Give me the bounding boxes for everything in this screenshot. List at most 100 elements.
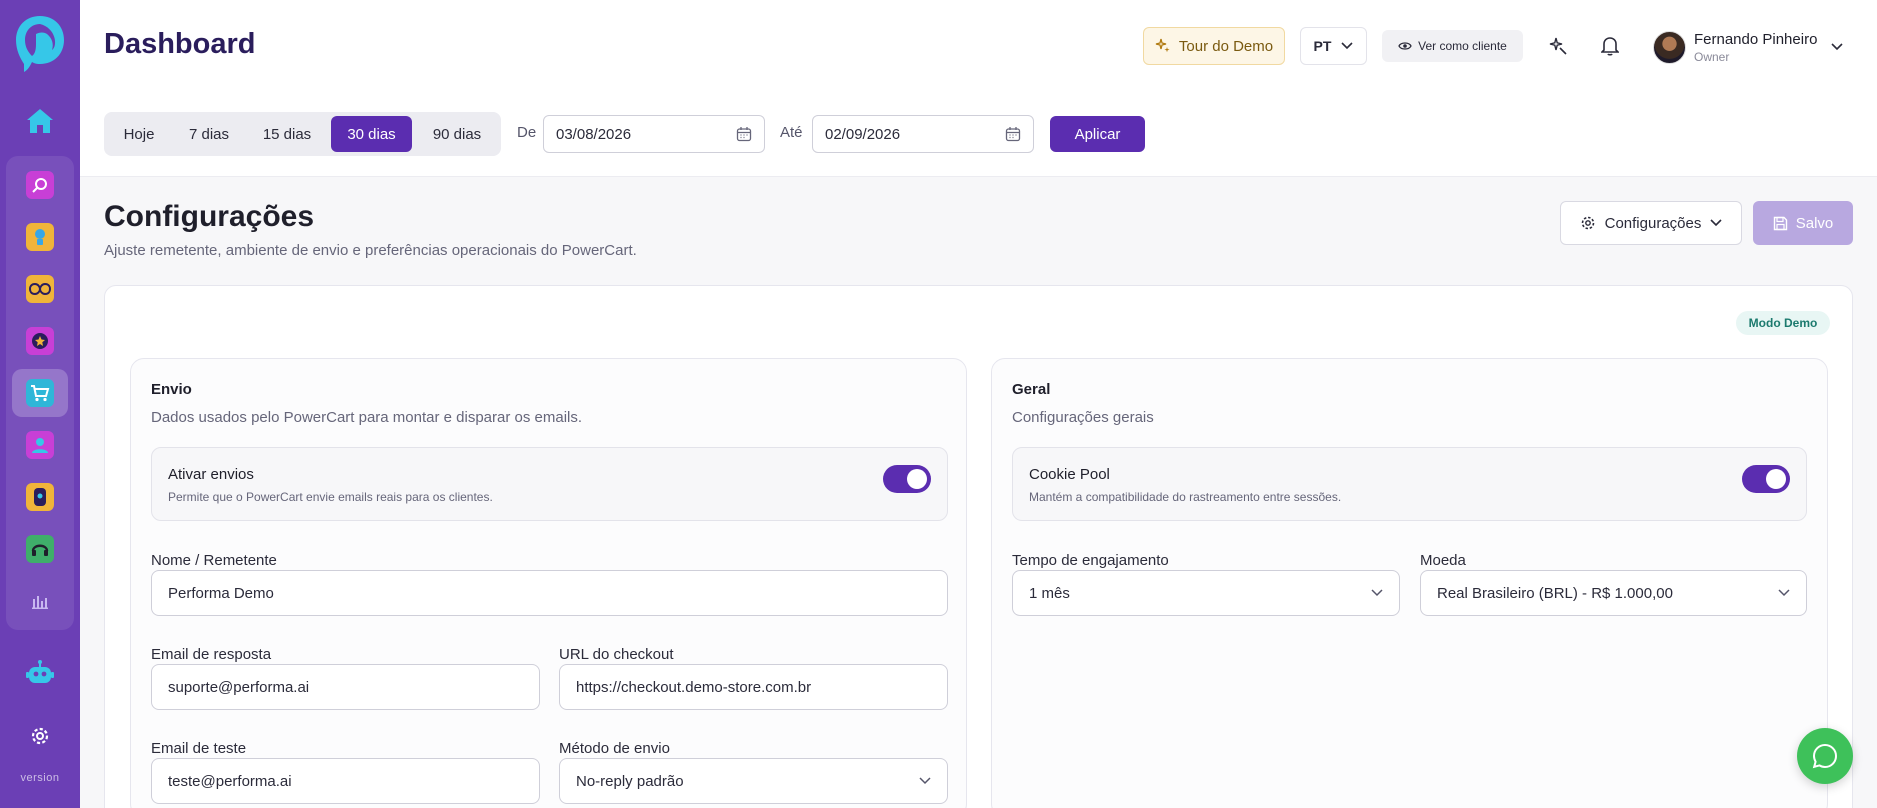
page-heading: Dashboard xyxy=(104,28,256,60)
range-today[interactable]: Hoje xyxy=(108,116,170,152)
nav-app-star[interactable] xyxy=(20,321,60,361)
version-label: version xyxy=(20,772,60,784)
nav-app-lightbulb[interactable] xyxy=(20,217,60,257)
whatsapp-chat-button[interactable] xyxy=(1797,728,1853,784)
app-logo[interactable] xyxy=(14,14,66,74)
envio-subtitle: Dados usados pelo PowerCart para montar … xyxy=(151,409,583,426)
envio-panel: Envio Dados usados pelo PowerCart para m… xyxy=(130,358,967,808)
nav-app-search[interactable] xyxy=(20,165,60,205)
chevron-down-icon xyxy=(1778,589,1790,597)
magic-icon xyxy=(1549,37,1567,55)
config-menu-label: Configurações xyxy=(1604,214,1702,232)
cart-app-icon xyxy=(26,379,54,407)
view-as-client-button[interactable]: Ver como cliente xyxy=(1382,30,1523,62)
nav-home[interactable] xyxy=(21,104,59,138)
lightbulb-app-icon xyxy=(26,223,54,251)
sender-label: Nome / Remetente xyxy=(151,552,277,569)
send-method-label: Método de envio xyxy=(559,740,670,757)
nav-app-person[interactable] xyxy=(20,425,60,465)
from-date-input[interactable]: 03/08/2026 xyxy=(543,115,765,153)
avatar xyxy=(1653,30,1686,64)
view-as-client-label: Ver como cliente xyxy=(1418,39,1507,53)
gear-icon xyxy=(1581,216,1594,230)
nav-app-headset[interactable] xyxy=(20,529,60,569)
test-email-label: Email de teste xyxy=(151,740,247,757)
calendar-icon xyxy=(1005,127,1021,142)
home-icon xyxy=(27,109,53,133)
chevron-down-icon xyxy=(1710,219,1722,227)
bell-icon xyxy=(1601,37,1619,56)
search-app-icon xyxy=(26,171,54,199)
chevron-down-icon xyxy=(1341,42,1354,50)
range-30-days[interactable]: 30 dias xyxy=(331,116,412,152)
config-menu-button[interactable]: Configurações xyxy=(1560,201,1742,245)
geral-title: Geral xyxy=(1012,381,1051,398)
send-method-select[interactable]: No-reply padrão xyxy=(559,758,948,804)
currency-select[interactable]: Real Brasileiro (BRL) - R$ 1.000,00 xyxy=(1420,570,1807,616)
cookie-pool-title: Cookie Pool xyxy=(1029,466,1110,483)
save-icon xyxy=(1773,216,1787,230)
nav-bot[interactable] xyxy=(22,656,58,690)
nav-app-cart[interactable] xyxy=(12,369,68,417)
range-15-days[interactable]: 15 dias xyxy=(248,116,326,152)
test-email-input[interactable]: teste@performa.ai xyxy=(151,758,540,804)
language-select[interactable]: PT xyxy=(1300,27,1367,65)
user-menu[interactable]: Fernando Pinheiro Owner xyxy=(1653,26,1873,68)
send-toggle-switch[interactable] xyxy=(883,465,931,493)
calendar-icon xyxy=(736,127,752,142)
cookie-pool-switch[interactable] xyxy=(1742,465,1790,493)
checkout-url-label: URL do checkout xyxy=(559,646,674,663)
checkout-url-input[interactable]: https://checkout.demo-store.com.br xyxy=(559,664,948,710)
saved-label: Salvo xyxy=(1795,214,1834,232)
star-app-icon xyxy=(26,327,54,355)
sidebar: version xyxy=(0,0,80,808)
range-90-days[interactable]: 90 dias xyxy=(417,116,497,152)
nav-settings[interactable] xyxy=(24,720,56,752)
gear-icon xyxy=(31,727,49,745)
sender-input[interactable]: Performa Demo xyxy=(151,570,948,616)
currency-value: Real Brasileiro (BRL) - R$ 1.000,00 xyxy=(1437,584,1673,602)
nav-app-infinity[interactable] xyxy=(20,269,60,309)
to-date-value: 02/09/2026 xyxy=(825,125,901,143)
geral-subtitle: Configurações gerais xyxy=(1012,409,1154,426)
ai-sparkle-button[interactable] xyxy=(1542,30,1574,62)
logo-icon xyxy=(16,16,64,72)
saved-button[interactable]: Salvo xyxy=(1753,201,1853,245)
range-7-days[interactable]: 7 dias xyxy=(174,116,244,152)
reply-email-label: Email de resposta xyxy=(151,646,272,663)
sender-value: Performa Demo xyxy=(168,584,274,602)
person-app-icon xyxy=(26,431,54,459)
send-toggle-card: Ativar envios Permite que o PowerCart en… xyxy=(151,447,948,521)
top-header: Dashboard Tour do Demo PT Ver como clien… xyxy=(80,0,1877,177)
send-toggle-title: Ativar envios xyxy=(168,466,254,483)
from-label: De xyxy=(517,124,537,141)
tour-demo-label: Tour do Demo xyxy=(1178,37,1274,55)
send-method-value: No-reply padrão xyxy=(576,772,684,790)
to-label: Até xyxy=(780,124,803,141)
currency-label: Moeda xyxy=(1420,552,1466,569)
demo-mode-badge: Modo Demo xyxy=(1736,311,1830,335)
eye-icon xyxy=(1398,42,1412,50)
geral-panel: Geral Configurações gerais Cookie Pool M… xyxy=(991,358,1828,808)
user-name: Fernando Pinheiro xyxy=(1694,30,1818,48)
reply-email-input[interactable]: suporte@performa.ai xyxy=(151,664,540,710)
cookie-pool-card: Cookie Pool Mantém a compatibilidade do … xyxy=(1012,447,1807,521)
sparkles-icon xyxy=(1155,38,1170,53)
lock-app-icon xyxy=(26,483,54,511)
to-date-input[interactable]: 02/09/2026 xyxy=(812,115,1034,153)
send-toggle-description: Permite que o PowerCart envie emails rea… xyxy=(168,490,493,504)
tour-demo-button[interactable]: Tour do Demo xyxy=(1143,27,1285,65)
engagement-select[interactable]: 1 mês xyxy=(1012,570,1400,616)
notifications-button[interactable] xyxy=(1594,30,1626,62)
from-date-value: 03/08/2026 xyxy=(556,125,632,143)
apply-button[interactable]: Aplicar xyxy=(1050,116,1145,152)
user-role: Owner xyxy=(1694,49,1730,64)
envio-title: Envio xyxy=(151,381,192,398)
infinity-app-icon xyxy=(26,275,54,303)
checkout-url-value: https://checkout.demo-store.com.br xyxy=(576,678,812,696)
user-info: Fernando Pinheiro Owner xyxy=(1694,31,1817,64)
language-label: PT xyxy=(1313,38,1332,54)
nav-app-chart[interactable] xyxy=(20,581,60,621)
date-range-presets: Hoje 7 dias 15 dias 30 dias 90 dias xyxy=(104,112,501,156)
nav-app-lock[interactable] xyxy=(20,477,60,517)
